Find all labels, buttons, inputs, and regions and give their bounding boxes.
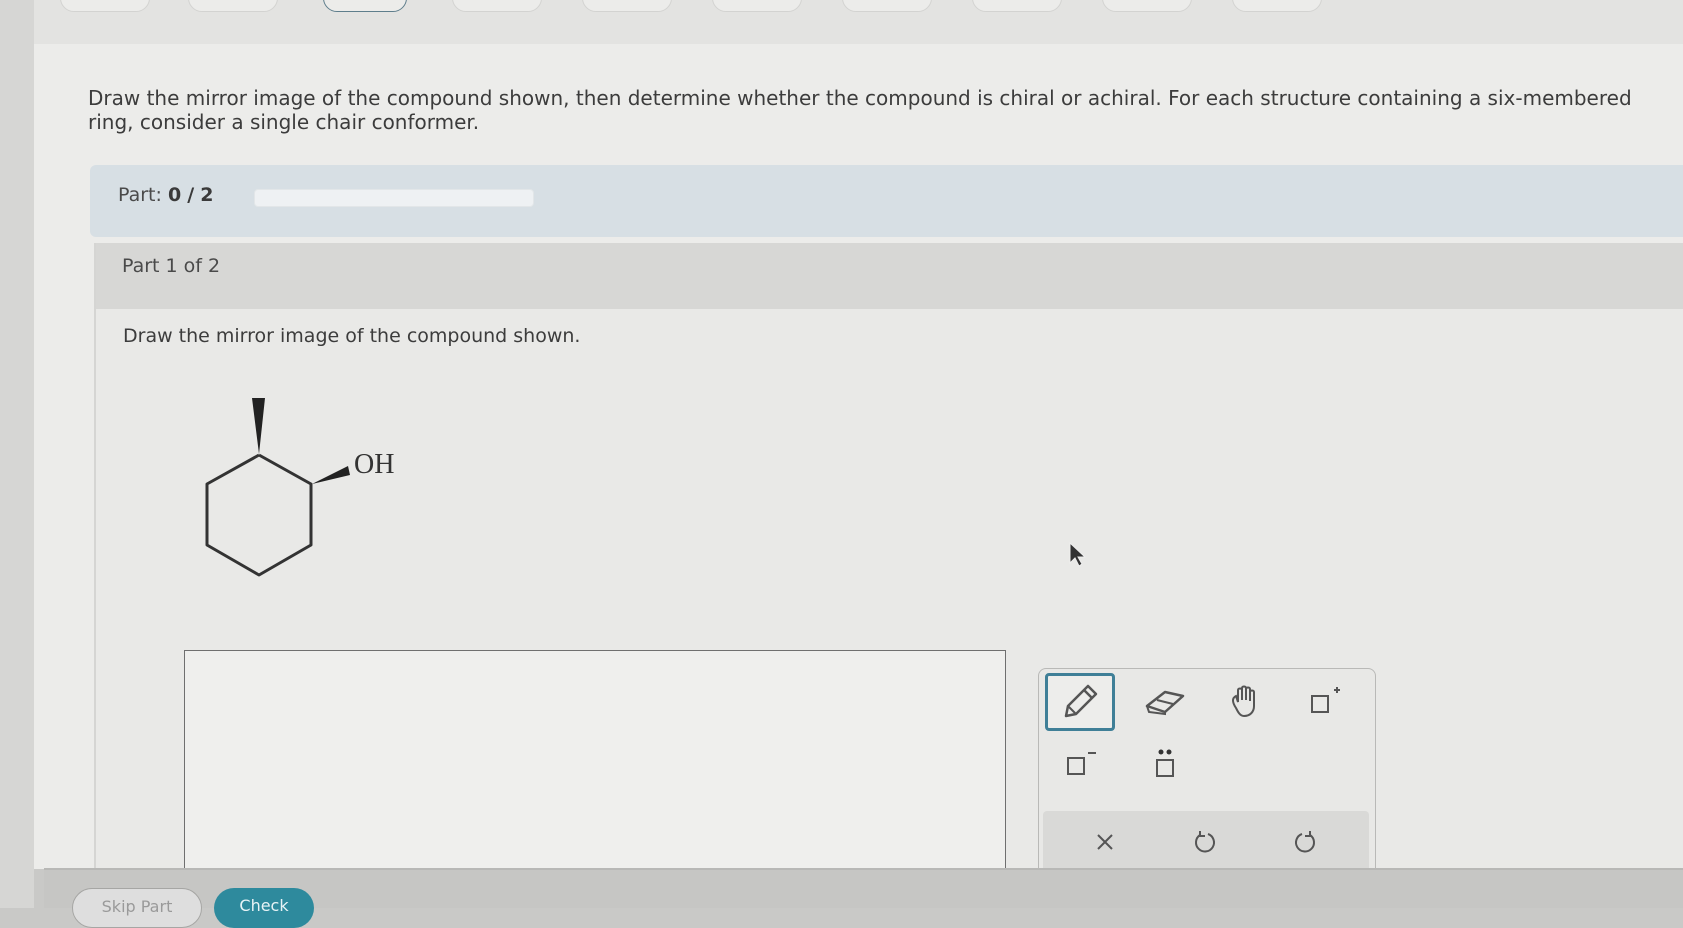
- negative-charge-icon: [1067, 752, 1096, 775]
- pencil-icon: [1064, 684, 1098, 718]
- top-tab[interactable]: [582, 0, 672, 12]
- toolbar-action-row: [1043, 811, 1369, 873]
- molecule-structure: OH: [205, 398, 394, 577]
- top-tab[interactable]: [1232, 0, 1322, 12]
- question-instructions: Draw the mirror image of the compound sh…: [88, 86, 1632, 134]
- top-tab[interactable]: [712, 0, 802, 12]
- top-tab[interactable]: [188, 0, 278, 12]
- part-header: Part 1 of 2: [96, 243, 1683, 309]
- top-tab[interactable]: [60, 0, 150, 12]
- hand-tool-button[interactable]: [1211, 673, 1281, 731]
- top-strip: [0, 0, 1683, 46]
- undo-icon: [1195, 831, 1215, 853]
- positive-charge-icon: [1311, 687, 1340, 713]
- close-icon: [1097, 834, 1113, 850]
- positive-charge-tool-button[interactable]: [1289, 673, 1359, 731]
- lone-pair-tool-button[interactable]: [1130, 735, 1200, 793]
- top-tab[interactable]: [452, 0, 542, 12]
- progress-label-text: Part:: [118, 184, 162, 206]
- redo-icon: [1295, 831, 1315, 853]
- lone-pair-icon: [1156, 749, 1174, 777]
- top-tab[interactable]: [842, 0, 932, 12]
- progress-track: [254, 189, 534, 207]
- top-tab-active[interactable]: [323, 0, 407, 12]
- progress-total: 2: [200, 184, 214, 206]
- part-prompt: Draw the mirror image of the compound sh…: [123, 325, 581, 347]
- methyl-wedge-bond: [252, 398, 265, 454]
- footer-bar: Skip Part Check: [44, 868, 1683, 928]
- check-button[interactable]: Check: [214, 888, 314, 928]
- hydroxyl-wedge-bond: [312, 466, 350, 484]
- drawing-toolbar: [1038, 668, 1376, 880]
- redo-button[interactable]: [1275, 817, 1335, 867]
- eraser-icon: [1145, 690, 1185, 716]
- part-progress-label: Part: 0 / 2: [118, 184, 213, 206]
- part-header-title: Part 1 of 2: [122, 255, 221, 277]
- ring-ghost: [256, 457, 314, 492]
- part-progress-bar: Part: 0 / 2: [90, 165, 1683, 237]
- undo-button[interactable]: [1175, 817, 1235, 867]
- mouse-cursor-icon: [1069, 542, 1087, 567]
- pencil-tool-button[interactable]: [1045, 673, 1115, 731]
- left-edge: [0, 0, 34, 908]
- negative-charge-tool-button[interactable]: [1045, 735, 1115, 793]
- progress-current: 0: [167, 184, 182, 206]
- eraser-tool-button[interactable]: [1130, 673, 1200, 731]
- clear-button[interactable]: [1075, 817, 1135, 867]
- cyclohexane-ring: [205, 453, 313, 577]
- hand-icon: [1232, 685, 1255, 718]
- top-tab[interactable]: [972, 0, 1062, 12]
- hydroxyl-label: OH: [354, 449, 394, 480]
- top-tab[interactable]: [1102, 0, 1192, 12]
- skip-part-button[interactable]: Skip Part: [72, 888, 202, 928]
- drawing-canvas[interactable]: [184, 650, 1006, 900]
- progress-separator: /: [187, 184, 195, 206]
